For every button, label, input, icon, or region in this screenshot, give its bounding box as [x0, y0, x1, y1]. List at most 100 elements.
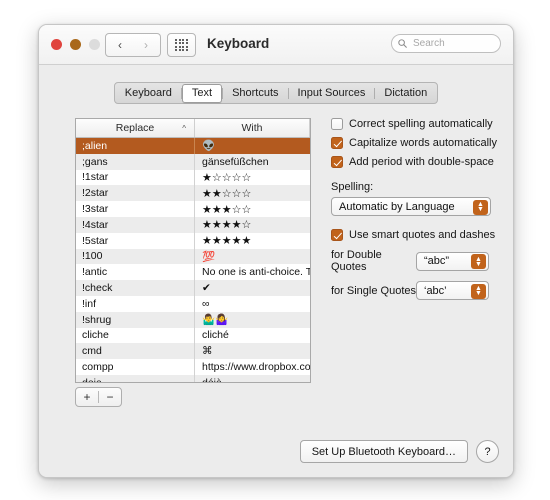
column-header-replace[interactable]: Replace ^	[76, 119, 195, 137]
column-header-replace-label: Replace	[116, 122, 155, 134]
table-row[interactable]: dejadéjà	[76, 375, 310, 383]
table-row[interactable]: !4star★★★★☆	[76, 217, 310, 233]
add-entry-button[interactable]: +	[76, 389, 98, 405]
cell-with: gänsefüßchen	[194, 154, 310, 170]
show-all-preferences-button[interactable]	[167, 33, 196, 57]
table-row[interactable]: !check✔	[76, 280, 310, 296]
checkbox-label: Capitalize words automatically	[349, 137, 497, 149]
cell-with: 👽	[194, 138, 310, 154]
cell-with: ★★★☆☆	[194, 201, 310, 217]
cell-replace: !3star	[76, 203, 194, 215]
add-remove-button-group: + −	[75, 387, 122, 407]
cell-replace: deja	[76, 377, 194, 383]
cell-with: ★★★★★	[194, 233, 310, 249]
table-row[interactable]: !1star★☆☆☆☆	[76, 170, 310, 186]
cell-replace: cmd	[76, 345, 194, 357]
double-quotes-popup-button[interactable]: “abc” ▲▼	[416, 252, 489, 271]
column-header-with[interactable]: With	[195, 119, 310, 137]
keyboard-preferences-window: ‹ › Keyboard KeyboardTextShortcutsInput …	[38, 24, 514, 478]
tab-keyboard[interactable]: Keyboard	[116, 85, 181, 101]
checkbox-label: Correct spelling automatically	[349, 118, 493, 130]
back-button[interactable]: ‹	[105, 33, 135, 57]
checkbox-row[interactable]: Correct spelling automatically	[331, 118, 499, 130]
table-row[interactable]: !inf∞	[76, 296, 310, 312]
checkbox-correct[interactable]	[331, 118, 343, 130]
tab-dictation[interactable]: Dictation	[375, 85, 436, 101]
spelling-label: Spelling:	[331, 181, 499, 193]
single-quotes-row: for Single Quotes ‘abc’ ▲▼	[331, 281, 499, 300]
window-titlebar: ‹ › Keyboard	[39, 25, 513, 65]
smart-quotes-checkbox-row[interactable]: Use smart quotes and dashes	[331, 229, 499, 241]
table-row[interactable]: compphttps://www.dropbox.co…	[76, 359, 310, 375]
cell-with: ⌘	[194, 343, 310, 359]
search-field[interactable]	[391, 34, 501, 53]
chevron-left-icon: ‹	[118, 39, 122, 51]
minimize-window-button[interactable]	[70, 39, 81, 50]
table-row[interactable]: !3star★★★☆☆	[76, 201, 310, 217]
search-input[interactable]	[411, 37, 494, 50]
table-row[interactable]: !anticNo one is anti-choice. T…	[76, 264, 310, 280]
smart-quotes-label: Use smart quotes and dashes	[349, 229, 495, 241]
cell-with: ★☆☆☆☆	[194, 170, 310, 186]
cell-replace: ;alien	[76, 140, 194, 152]
cell-replace: !5star	[76, 235, 194, 247]
single-quotes-value: ‘abc’	[424, 285, 447, 297]
table-row[interactable]: cmd⌘	[76, 343, 310, 359]
zoom-window-button[interactable]	[89, 39, 100, 50]
tab-shortcuts[interactable]: Shortcuts	[223, 85, 287, 101]
cell-with: ∞	[194, 296, 310, 312]
table-row[interactable]: !shrug🤷‍♂️🤷‍♀️	[76, 312, 310, 328]
double-quotes-label: for Double Quotes	[331, 249, 416, 273]
chevron-updown-icon: ▲▼	[471, 284, 486, 299]
setup-bluetooth-keyboard-button[interactable]: Set Up Bluetooth Keyboard…	[300, 440, 468, 463]
forward-button[interactable]: ›	[132, 33, 161, 57]
table-header-row: Replace ^ With	[76, 119, 310, 138]
table-row[interactable]: !2star★★☆☆☆	[76, 185, 310, 201]
cell-with: ✔	[194, 280, 310, 296]
grid-icon	[175, 39, 188, 52]
table-row[interactable]: ;gansgänsefüßchen	[76, 154, 310, 170]
checkbox-row[interactable]: Add period with double-space	[331, 156, 499, 168]
options-panel: Correct spelling automatically Capitalize…	[331, 118, 499, 300]
cell-replace: !inf	[76, 298, 194, 310]
help-button[interactable]: ?	[476, 440, 499, 463]
cell-replace: !100	[76, 250, 194, 262]
checkbox-capitalize[interactable]	[331, 137, 343, 149]
checkbox-label: Add period with double-space	[349, 156, 494, 168]
double-quotes-value: “abc”	[424, 255, 449, 267]
cell-replace: cliche	[76, 329, 194, 341]
spelling-popup-value: Automatic by Language	[339, 201, 455, 213]
tab-input-sources[interactable]: Input Sources	[289, 85, 375, 101]
smart-quotes-checkbox[interactable]	[331, 229, 343, 241]
cell-with: déjà	[194, 375, 310, 383]
cell-replace: compp	[76, 361, 194, 373]
cell-with: 💯	[194, 249, 310, 265]
table-row[interactable]: clichecliché	[76, 328, 310, 344]
table-row[interactable]: !5star★★★★★	[76, 233, 310, 249]
close-window-button[interactable]	[51, 39, 62, 50]
chevron-right-icon: ›	[144, 39, 148, 51]
cell-with: 🤷‍♂️🤷‍♀️	[194, 312, 310, 328]
cell-replace: !shrug	[76, 314, 194, 326]
spelling-popup-button[interactable]: Automatic by Language ▲▼	[331, 197, 491, 216]
single-quotes-popup-button[interactable]: ‘abc’ ▲▼	[416, 281, 489, 300]
chevron-updown-icon: ▲▼	[471, 254, 486, 269]
table-row[interactable]: ;alien👽	[76, 138, 310, 154]
cell-replace: ;gans	[76, 156, 194, 168]
footer-buttons: Set Up Bluetooth Keyboard… ?	[300, 440, 499, 463]
cell-replace: !check	[76, 282, 194, 294]
checkbox-row[interactable]: Capitalize words automatically	[331, 137, 499, 149]
cell-with: ★★☆☆☆	[194, 185, 310, 201]
traffic-lights	[51, 39, 100, 50]
cell-replace: !2star	[76, 187, 194, 199]
remove-entry-button[interactable]: −	[99, 389, 121, 405]
spelling-checkbox-list: Correct spelling automatically Capitalize…	[331, 118, 499, 168]
cell-with: https://www.dropbox.co…	[194, 359, 310, 375]
cell-with: ★★★★☆	[194, 217, 310, 233]
table-row[interactable]: !100💯	[76, 249, 310, 265]
cell-with: No one is anti-choice. T…	[194, 264, 310, 280]
checkbox-add[interactable]	[331, 156, 343, 168]
tab-text[interactable]: Text	[182, 84, 222, 103]
cell-replace: !1star	[76, 171, 194, 183]
cell-replace: !4star	[76, 219, 194, 231]
